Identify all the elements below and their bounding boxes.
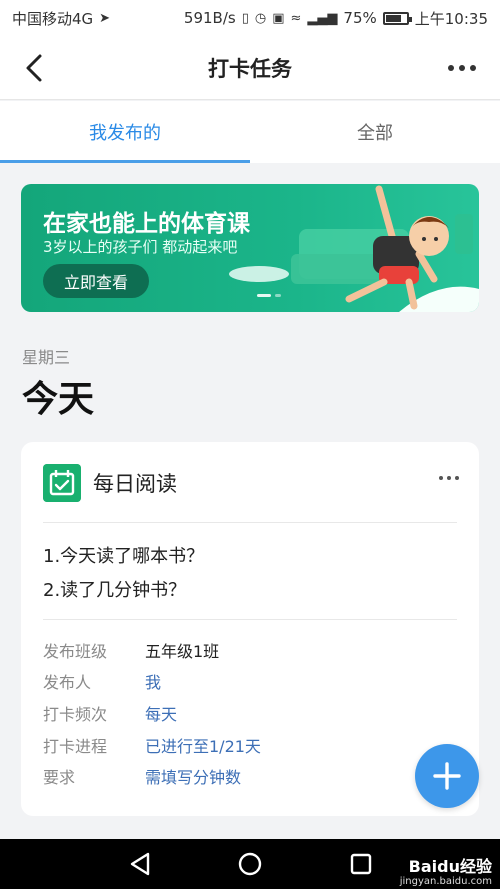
signal-icon: ▂▄▆ xyxy=(307,10,338,26)
navigation-bar: 打卡任务 xyxy=(0,36,500,100)
exercising-kid-illustration xyxy=(229,185,479,312)
calendar-check-icon xyxy=(43,464,81,502)
dot-icon xyxy=(447,476,451,480)
banner-subtitle: 3岁以上的孩子们 都动起来吧 xyxy=(43,238,238,256)
detail-label: 要求 xyxy=(43,768,76,787)
detail-label: 打卡进程 xyxy=(43,737,108,756)
alarm-icon: ◷ xyxy=(254,10,267,26)
divider xyxy=(43,522,457,523)
battery-percent: 75% xyxy=(343,9,377,27)
add-task-button[interactable] xyxy=(415,744,479,808)
plus-icon xyxy=(433,762,461,790)
back-triangle-icon[interactable] xyxy=(126,851,154,877)
detail-row-progress: 打卡进程 已进行至1/21天 xyxy=(43,733,261,757)
wifi-icon: ≈ xyxy=(290,10,302,26)
detail-label: 发布人 xyxy=(43,673,92,692)
detail-value: 需填写分钟数 xyxy=(145,768,242,787)
detail-row-class: 发布班级 五年级1班 xyxy=(43,638,219,662)
dot-icon xyxy=(455,476,459,480)
home-circle-icon[interactable] xyxy=(236,851,264,877)
detail-label: 打卡频次 xyxy=(43,705,108,724)
tab-bar: 我发布的 全部 xyxy=(0,101,500,163)
tab-all[interactable]: 全部 xyxy=(250,101,500,163)
weekday-label: 星期三 xyxy=(22,348,71,367)
divider xyxy=(43,619,457,620)
clock: 上午10:35 xyxy=(414,9,488,28)
detail-value: 我 xyxy=(145,673,162,692)
recent-apps-square-icon[interactable] xyxy=(347,851,375,877)
banner-title: 在家也能上的体育课 xyxy=(43,211,250,237)
watermark-logo: Baidu经验 jingyan.baidu.com xyxy=(400,858,492,887)
network-speed: 591B/s xyxy=(183,9,236,27)
dot-icon xyxy=(470,65,476,71)
watermark-url: jingyan.baidu.com xyxy=(399,876,492,887)
detail-value: 五年级1班 xyxy=(145,642,220,661)
chevron-left-icon xyxy=(26,54,42,82)
more-options-button[interactable] xyxy=(442,56,482,80)
promo-banner[interactable]: 在家也能上的体育课 3岁以上的孩子们 都动起来吧 立即查看 xyxy=(21,184,479,312)
watermark-brand: Baidu经验 xyxy=(408,857,492,877)
tab-my-published[interactable]: 我发布的 xyxy=(0,101,250,163)
task-question: 2.读了几分钟书？ xyxy=(43,580,187,601)
task-title: 每日阅读 xyxy=(93,472,177,496)
detail-row-requirement: 要求 需填写分钟数 xyxy=(43,764,241,788)
hd-icon: ▣ xyxy=(272,10,285,26)
detail-row-publisher: 发布人 我 xyxy=(43,669,161,693)
detail-value: 已进行至1/21天 xyxy=(145,737,261,756)
tab-label: 全部 xyxy=(357,123,393,144)
page-title: 打卡任务 xyxy=(208,56,292,81)
battery-fill xyxy=(385,14,401,22)
view-now-button[interactable]: 立即查看 xyxy=(43,264,149,298)
detail-row-frequency: 打卡频次 每天 xyxy=(43,701,177,725)
carrier-label: 中国移动4G xyxy=(12,9,94,28)
dot-icon xyxy=(459,65,465,71)
vibrate-icon: ▯ xyxy=(241,10,249,26)
task-more-button[interactable] xyxy=(439,476,459,480)
carousel-indicator xyxy=(257,294,281,297)
detail-label: 发布班级 xyxy=(43,642,108,661)
task-card[interactable]: 每日阅读 1.今天读了哪本书？ 2.读了几分钟书？ 发布班级 五年级1班 发布人… xyxy=(21,442,479,816)
back-button[interactable] xyxy=(20,52,50,84)
task-question: 1.今天读了哪本书？ xyxy=(43,546,205,567)
day-heading: 今天 xyxy=(22,379,95,420)
dot-icon xyxy=(439,476,443,480)
detail-value: 每天 xyxy=(145,705,178,724)
status-bar: 中国移动4G ➤ 591B/s ▯ ◷ ▣ ≈ ▂▄▆ 75% 上午10:35 xyxy=(0,0,500,36)
system-navigation-bar: Baidu经验 jingyan.baidu.com xyxy=(0,839,500,889)
tab-label: 我发布的 xyxy=(89,123,161,144)
battery-icon xyxy=(382,11,412,25)
dot-icon xyxy=(448,65,454,71)
location-icon: ➤ xyxy=(99,10,111,26)
